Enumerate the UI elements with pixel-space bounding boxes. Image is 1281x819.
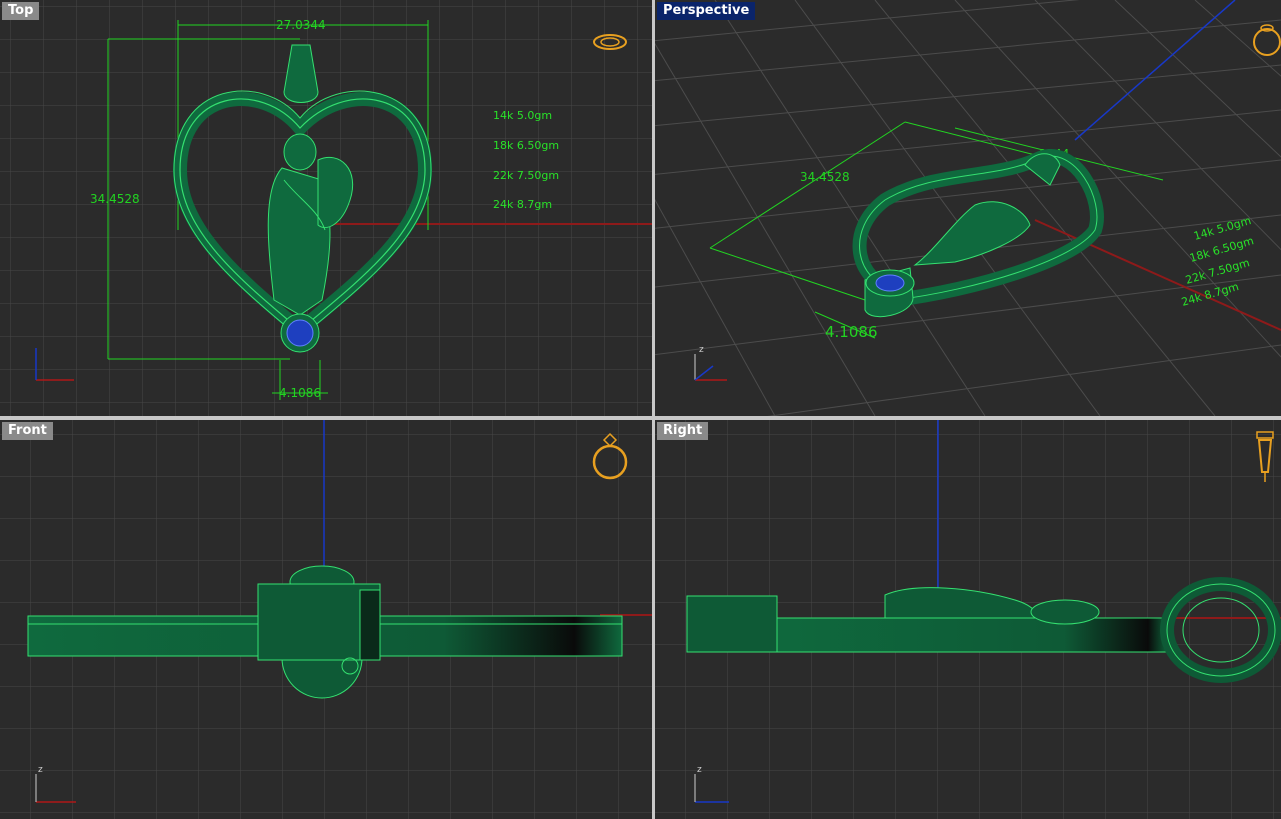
persp-height-label: 34.4528 <box>800 170 850 184</box>
axis-z-label: z <box>697 765 702 775</box>
viewport-right[interactable]: z Right <box>655 420 1281 819</box>
viewport-title-front[interactable]: Front <box>2 422 53 440</box>
right-canvas[interactable]: z <box>655 420 1281 819</box>
stone-dimension-label: 4.1086 <box>279 386 321 400</box>
persp-stone-label: 4.1086 <box>825 323 878 341</box>
viewport-front[interactable]: z Front <box>0 420 652 819</box>
viewport-title-perspective[interactable]: Perspective <box>657 2 756 20</box>
axis-z-label: z <box>699 345 704 355</box>
viewport-title-right[interactable]: Right <box>657 422 709 440</box>
front-canvas[interactable]: z <box>0 420 652 819</box>
weight-note-24k: 24k 8.7gm <box>493 198 552 211</box>
height-dimension-label: 34.4528 <box>90 192 140 206</box>
weight-note-22k: 22k 7.50gm <box>493 169 559 182</box>
viewport-perspective[interactable]: 34.4528 .0344 4.1086 14k 5.0gm 18k 6.50g… <box>655 0 1281 416</box>
viewport-title-top[interactable]: Top <box>2 2 40 20</box>
weight-note-18k: 18k 6.50gm <box>493 139 559 152</box>
viewport-top[interactable]: 27.0344 34.4528 4.1086 14k 5.0gm 18k 6.5… <box>0 0 652 416</box>
axis-z-label: z <box>38 765 43 775</box>
width-dimension-label: 27.0344 <box>276 18 326 32</box>
top-canvas[interactable]: 27.0344 34.4528 4.1086 14k 5.0gm 18k 6.5… <box>0 0 652 416</box>
weight-note-14k: 14k 5.0gm <box>493 109 552 122</box>
stone <box>875 274 905 292</box>
stone <box>286 319 314 347</box>
perspective-canvas[interactable]: 34.4528 .0344 4.1086 14k 5.0gm 18k 6.50g… <box>655 0 1281 416</box>
